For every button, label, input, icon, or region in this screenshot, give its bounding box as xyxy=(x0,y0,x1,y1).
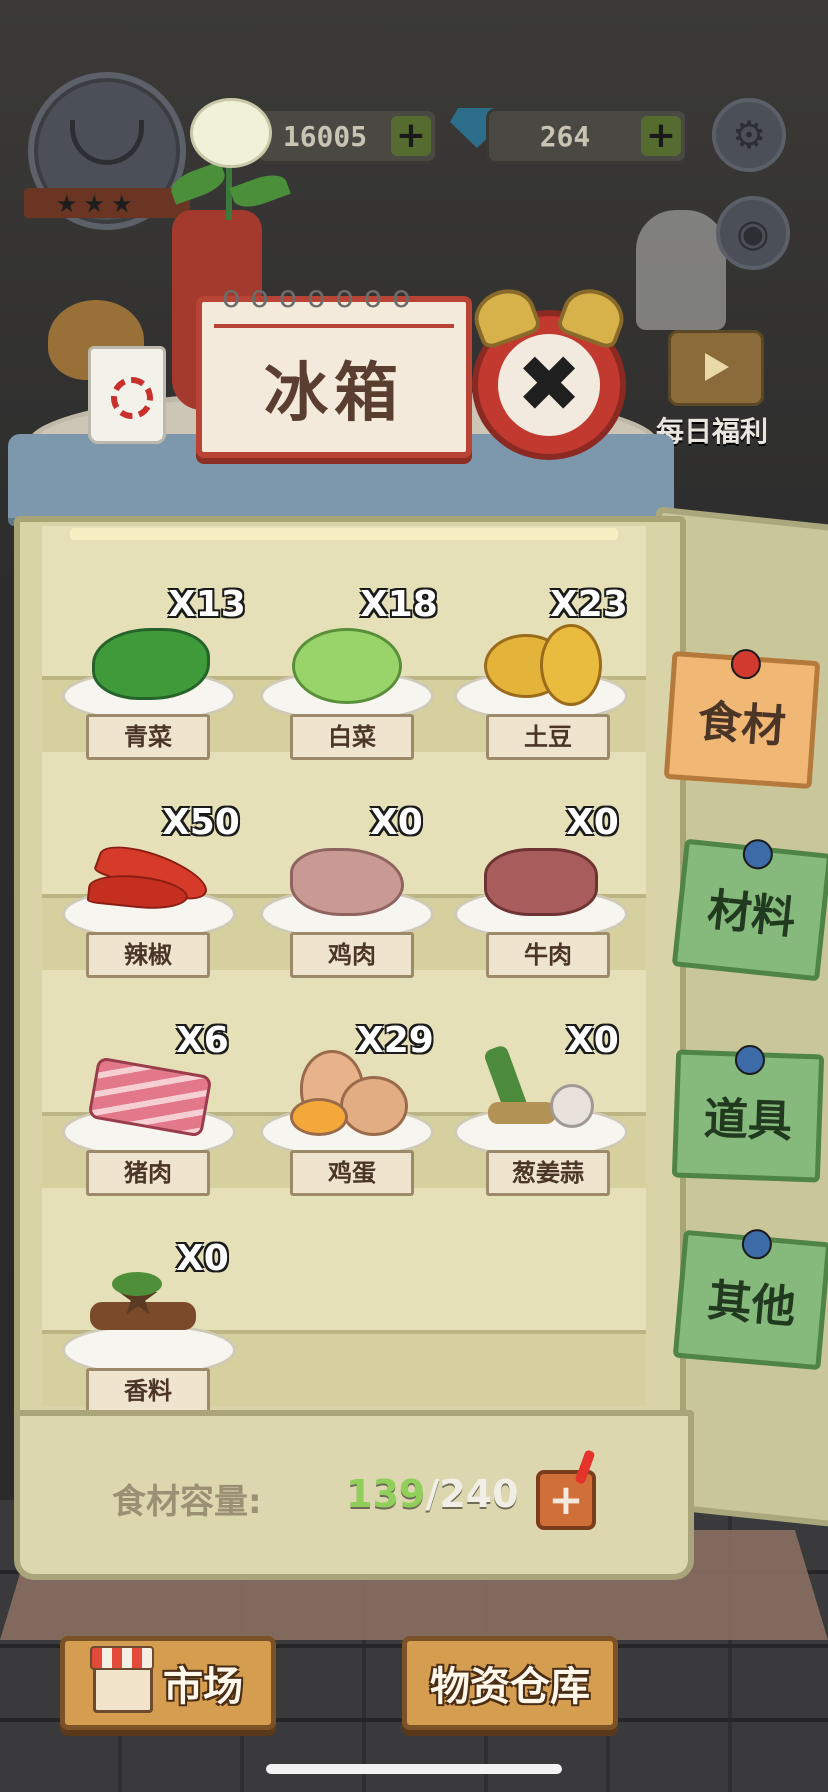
tab-label: 材料 xyxy=(705,884,798,945)
gem-counter: 264 + xyxy=(486,108,688,164)
item-count: X0 xyxy=(566,802,619,843)
tab-tools[interactable]: 道具 xyxy=(671,1044,825,1183)
item-count: X18 xyxy=(360,584,438,625)
item-count: X23 xyxy=(550,584,628,625)
market-stall-icon xyxy=(90,1646,154,1713)
item-label: 猪肉 xyxy=(86,1150,210,1196)
item-label: 葱姜蒜 xyxy=(486,1150,610,1196)
garlic-icon xyxy=(550,1084,594,1128)
item-count: X0 xyxy=(176,1238,229,1279)
item-count: X0 xyxy=(370,802,423,843)
item-label: 鸡蛋 xyxy=(290,1150,414,1196)
calendar-rings-icon: ooooooo xyxy=(222,280,421,315)
title-divider xyxy=(214,324,454,328)
capacity-value: 139/240 xyxy=(346,1472,519,1516)
restaurant-rank-badge[interactable]: ★★★ xyxy=(24,72,190,230)
item-count: X0 xyxy=(566,1020,619,1061)
title-card: ooooooo 冰箱 xyxy=(196,280,472,458)
tab-label: 道具 xyxy=(702,1093,793,1148)
item-count: X13 xyxy=(168,584,246,625)
tab-label: 食材 xyxy=(696,695,788,753)
cabbage-icon xyxy=(292,628,402,704)
expand-capacity-button[interactable]: + xyxy=(536,1470,596,1530)
item-label: 牛肉 xyxy=(486,932,610,978)
item-label: 辣椒 xyxy=(86,932,210,978)
pin-icon xyxy=(734,1044,766,1076)
item-count: X50 xyxy=(162,802,240,843)
coin-counter: 16005 + xyxy=(256,108,438,164)
tab-materials[interactable]: 材料 xyxy=(671,837,828,982)
home-indicator[interactable] xyxy=(266,1764,562,1774)
add-coins-button[interactable]: + xyxy=(391,116,431,156)
bay-leaf-icon xyxy=(112,1272,162,1296)
capacity-label: 食材容量: xyxy=(112,1482,262,1522)
ginger-icon xyxy=(488,1102,556,1124)
camera-icon: ◉ xyxy=(736,211,770,255)
page-title: 冰箱 xyxy=(264,357,404,431)
item-label: 香料 xyxy=(86,1368,210,1414)
market-button[interactable]: 市场 xyxy=(60,1636,276,1730)
tab-other[interactable]: 其他 xyxy=(672,1227,828,1371)
star-rating-icon: ★★★ xyxy=(56,190,139,218)
camera-button[interactable]: ◉ xyxy=(716,196,790,270)
daily-welfare-button[interactable] xyxy=(668,330,764,406)
settings-button[interactable]: ⚙ xyxy=(712,98,786,172)
add-gems-button[interactable]: + xyxy=(641,116,681,156)
item-label: 鸡肉 xyxy=(290,932,414,978)
egg-icon xyxy=(340,1076,408,1136)
item-label: 白菜 xyxy=(290,714,414,760)
market-label: 市场 xyxy=(163,1664,243,1710)
warehouse-button[interactable]: 物资仓库 xyxy=(402,1636,618,1730)
item-label: 青菜 xyxy=(86,714,210,760)
fridge-light xyxy=(70,528,618,540)
capacity-used: 139 xyxy=(346,1472,426,1516)
tab-label: 其他 xyxy=(705,1275,798,1334)
beef-icon xyxy=(484,848,598,916)
chicken-leg-icon xyxy=(290,848,404,916)
egg-yolk-icon xyxy=(290,1098,348,1136)
mug-decoration xyxy=(88,346,166,444)
bok-choy-icon xyxy=(92,628,210,700)
tab-ingredients[interactable]: 食材 xyxy=(663,648,821,790)
item-label: 土豆 xyxy=(486,714,610,760)
close-button[interactable]: ✖ xyxy=(472,310,626,460)
capacity-total: /240 xyxy=(425,1472,519,1516)
rose-icon xyxy=(190,98,272,168)
potato-icon xyxy=(540,624,602,706)
bowl-icon xyxy=(70,120,144,165)
coin-amount: 16005 xyxy=(282,119,368,153)
close-icon: ✖ xyxy=(498,334,600,436)
item-count: X29 xyxy=(356,1020,434,1061)
warehouse-label: 物资仓库 xyxy=(430,1664,590,1710)
gem-amount: 264 xyxy=(539,119,591,153)
item-count: X6 xyxy=(176,1020,229,1061)
chef-character xyxy=(636,210,726,330)
gear-icon: ⚙ xyxy=(731,113,767,157)
